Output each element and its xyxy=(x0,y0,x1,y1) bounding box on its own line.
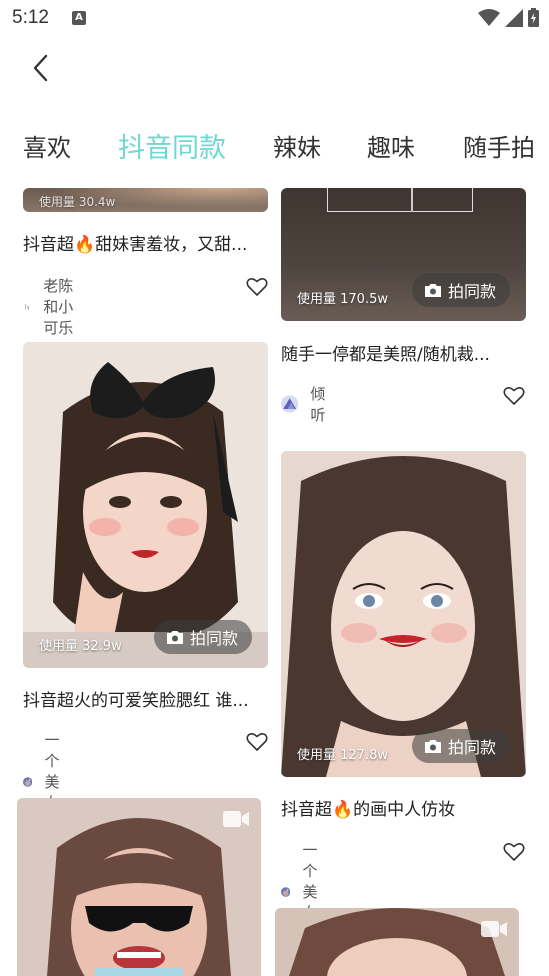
status-bar: 5:12 A xyxy=(0,0,549,36)
battery-icon xyxy=(528,8,539,27)
shoot-same-label: 拍同款 xyxy=(189,629,238,648)
card-thumbnail[interactable]: 使用量 170.5w 拍同款 xyxy=(281,188,526,321)
tab-hot-girl[interactable]: 辣妹 xyxy=(273,128,321,163)
video-camera-icon xyxy=(223,811,249,827)
video-preview-image xyxy=(275,908,519,976)
tab-douyin-same[interactable]: 抖音同款 xyxy=(118,126,226,165)
usage-count: 使用量 170.5w xyxy=(297,292,388,307)
tab-snapshot[interactable]: 随手拍 xyxy=(463,128,535,163)
author-name: 老陈和小可乐 xyxy=(43,277,74,337)
tab-fun[interactable]: 趣味 xyxy=(367,128,415,163)
notification-a-icon: A xyxy=(72,11,86,25)
card-title: 抖音超🔥的画中人仿妆 xyxy=(281,800,456,820)
avatar xyxy=(281,395,299,413)
heart-icon[interactable] xyxy=(503,386,525,406)
shoot-same-button[interactable]: 拍同款 xyxy=(411,729,510,763)
shoot-same-label: 拍同款 xyxy=(447,738,496,757)
card-title: 抖音超🔥甜妹害羞妆，又甜... xyxy=(23,235,248,255)
camera-icon xyxy=(166,630,183,644)
author-name: 倾听 xyxy=(310,385,326,424)
card-title: 抖音超火的可爱笑脸腮红 谁... xyxy=(23,691,249,711)
category-tabs: 喜欢 抖音同款 辣妹 趣味 随手拍 xyxy=(0,118,549,174)
avatar xyxy=(281,886,291,897)
card-thumbnail[interactable]: 使用量 32.9w 拍同款 xyxy=(23,342,268,668)
card-thumbnail[interactable]: 使用量 127.8w 拍同款 xyxy=(281,451,526,777)
back-button[interactable] xyxy=(22,50,58,86)
card-title: 随手一停都是美照/随机裁... xyxy=(281,345,490,365)
card-author: 倾听 xyxy=(281,383,332,425)
heart-icon[interactable] xyxy=(503,842,525,862)
shoot-same-label: 拍同款 xyxy=(447,282,496,301)
video-camera-icon xyxy=(481,921,507,937)
card-thumbnail[interactable] xyxy=(275,908,519,976)
tab-like[interactable]: 喜欢 xyxy=(23,128,71,163)
signal-icon xyxy=(505,8,523,27)
usage-count: 使用量 127.8w xyxy=(297,748,388,763)
card-thumbnail[interactable]: 使用量 30.4w xyxy=(23,188,268,212)
avatar xyxy=(23,302,32,311)
card-author: 老陈和小可乐 xyxy=(23,275,74,338)
shoot-same-button[interactable]: 拍同款 xyxy=(153,620,252,654)
usage-count: 使用量 32.9w xyxy=(39,639,122,654)
usage-count: 使用量 30.4w xyxy=(39,195,116,209)
avatar xyxy=(23,776,33,787)
status-time: 5:12 xyxy=(12,7,49,28)
heart-icon[interactable] xyxy=(246,732,268,752)
shoot-same-button[interactable]: 拍同款 xyxy=(411,273,510,307)
heart-icon[interactable] xyxy=(246,277,268,297)
camera-icon xyxy=(424,739,441,753)
camera-icon xyxy=(424,283,441,297)
wifi-icon xyxy=(478,8,500,26)
chevron-left-icon xyxy=(33,54,48,82)
status-indicators xyxy=(478,8,539,27)
card-thumbnail[interactable] xyxy=(17,798,261,976)
